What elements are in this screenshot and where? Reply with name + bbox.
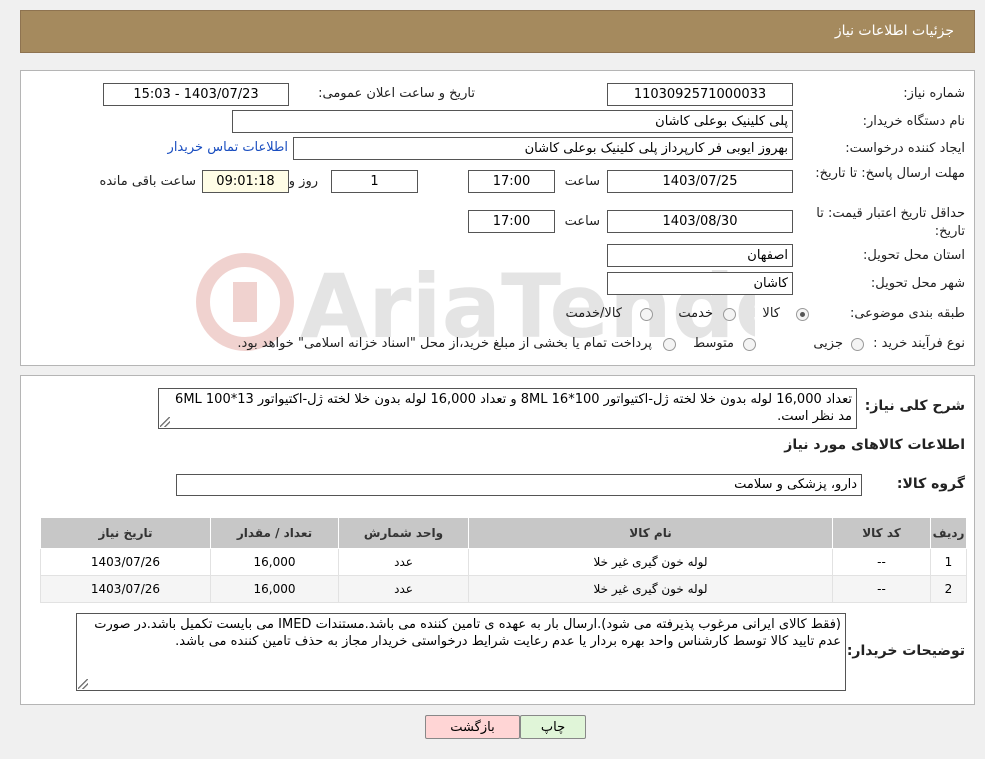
need-number-label: شماره نیاز:	[903, 86, 965, 101]
col-quantity: تعداد / مقدار	[210, 517, 339, 549]
cell-need-date: 1403/07/26	[40, 548, 211, 576]
need-number-field: 1103092571000033	[607, 83, 793, 106]
col-unit: واحد شمارش	[338, 517, 469, 549]
reply-time-field: 17:00	[468, 170, 555, 193]
purchase-treasury-radio[interactable]	[663, 338, 676, 351]
buyer-notes-label: توضیحات خریدار:	[846, 643, 965, 659]
announce-date-label: تاریخ و ساعت اعلان عمومی:	[318, 86, 475, 101]
back-button[interactable]: بازگشت	[425, 715, 520, 739]
description-text: تعداد 16,000 لوله بدون خلا لخته ژل-اکتیو…	[175, 392, 852, 424]
requester-label: ایجاد کننده درخواست:	[845, 141, 965, 156]
purchase-note: پرداخت تمام یا بخشی از مبلغ خرید،از محل …	[237, 336, 652, 351]
cell-name: لوله خون گیری غیر خلا	[468, 575, 833, 603]
city-field: کاشان	[607, 272, 793, 295]
cell-quantity: 16,000	[210, 548, 339, 576]
table-row: 2 -- لوله خون گیری غیر خلا عدد 16,000 14…	[40, 575, 967, 603]
remaining-time-field: 09:01:18	[202, 170, 289, 193]
purchase-partial-radio[interactable]	[851, 338, 864, 351]
purchase-medium-radio[interactable]	[743, 338, 756, 351]
purchase-type-label: نوع فرآیند خرید :	[873, 336, 965, 351]
buyer-org-label: نام دستگاه خریدار:	[862, 114, 965, 129]
col-code: کد کالا	[832, 517, 931, 549]
resize-handle-icon[interactable]	[160, 417, 170, 427]
announce-date-field: 1403/07/23 - 15:03	[103, 83, 289, 106]
buyer-notes-field: (فقط کالای ایرانی مرغوب پذیرفته می شود).…	[76, 613, 846, 691]
province-label: استان محل تحویل:	[863, 248, 965, 263]
price-validity-date-field: 1403/08/30	[607, 210, 793, 233]
goods-group-field: دارو، پزشکی و سلامت	[176, 474, 862, 496]
table-row: 1 -- لوله خون گیری غیر خلا عدد 16,000 14…	[40, 548, 967, 576]
price-time-label: ساعت	[564, 214, 600, 229]
col-row: ردیف	[930, 517, 967, 549]
table-header-row: ردیف کد کالا نام کالا واحد شمارش تعداد /…	[40, 517, 967, 549]
cell-row: 1	[930, 548, 967, 576]
reply-deadline-label: مهلت ارسال پاسخ: تا تاریخ:	[815, 166, 965, 181]
resize-handle-icon[interactable]	[78, 679, 88, 689]
category-service-label: خدمت	[678, 306, 713, 321]
description-label: شرح کلی نیاز:	[864, 398, 965, 414]
col-name: نام کالا	[468, 517, 833, 549]
category-service-radio[interactable]	[723, 308, 736, 321]
city-label: شهر محل تحویل:	[870, 276, 965, 291]
category-goods-radio[interactable]	[796, 308, 809, 321]
cell-unit: عدد	[338, 548, 469, 576]
price-validity-label: حداقل تاریخ اعتبار قیمت: تا تاریخ:	[816, 206, 965, 239]
cell-code: --	[832, 548, 931, 576]
purchase-medium-label: متوسط	[693, 336, 734, 351]
reply-time-label: ساعت	[564, 174, 600, 189]
category-label: طبقه بندی موضوعی:	[849, 306, 965, 321]
description-field: تعداد 16,000 لوله بدون خلا لخته ژل-اکتیو…	[158, 388, 857, 429]
category-goods-label: کالا	[762, 306, 780, 321]
province-field: اصفهان	[607, 244, 793, 267]
category-goods-service-radio[interactable]	[640, 308, 653, 321]
cell-row: 2	[930, 575, 967, 603]
goods-table: ردیف کد کالا نام کالا واحد شمارش تعداد /…	[40, 517, 967, 603]
reply-days-field: 1	[331, 170, 418, 193]
reply-days-label: روز و	[288, 174, 318, 189]
page-title: جزئیات اطلاعات نیاز	[834, 23, 954, 39]
buyer-contact-link[interactable]: اطلاعات تماس خریدار	[168, 140, 288, 155]
price-time-field: 17:00	[468, 210, 555, 233]
cell-unit: عدد	[338, 575, 469, 603]
goods-section-title: اطلاعات کالاهای مورد نیاز	[784, 437, 965, 453]
buyer-org-field: پلی کلینیک بوعلی کاشان	[232, 110, 793, 133]
reply-deadline-date-field: 1403/07/25	[607, 170, 793, 193]
goods-group-label: گروه کالا:	[896, 476, 965, 492]
requester-field: بهروز ایوبی فر کارپرداز پلی کلینیک بوعلی…	[293, 137, 793, 160]
cell-quantity: 16,000	[210, 575, 339, 603]
purchase-partial-label: جزیی	[813, 336, 843, 351]
cell-name: لوله خون گیری غیر خلا	[468, 548, 833, 576]
col-need-date: تاریخ نیاز	[40, 517, 211, 549]
buyer-notes-text: (فقط کالای ایرانی مرغوب پذیرفته می شود).…	[94, 617, 841, 649]
cell-need-date: 1403/07/26	[40, 575, 211, 603]
category-goods-service-label: کالا/خدمت	[565, 306, 622, 321]
page-header: جزئیات اطلاعات نیاز	[20, 10, 975, 53]
remaining-time-label: ساعت باقی مانده	[99, 174, 196, 189]
print-button[interactable]: چاپ	[520, 715, 586, 739]
cell-code: --	[832, 575, 931, 603]
